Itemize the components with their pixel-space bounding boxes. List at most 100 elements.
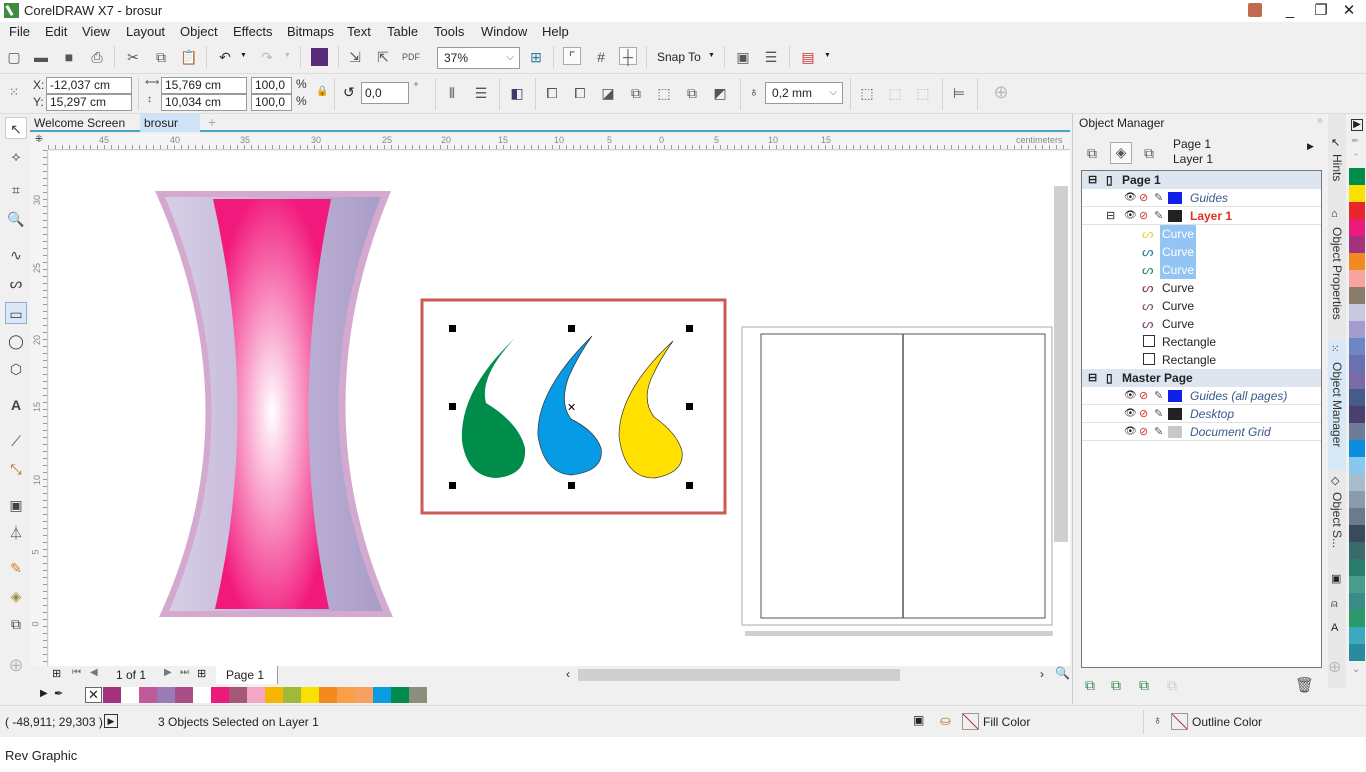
printable-icon[interactable]: ⊘ xyxy=(1139,387,1148,405)
new-master-layer-all-icon[interactable]: ⧉ xyxy=(1111,677,1121,694)
vertical-scrollbar[interactable] xyxy=(1054,186,1068,542)
last-page-icon[interactable]: ⏭ xyxy=(180,667,189,678)
parallel-dimension-icon[interactable]: ⟋ xyxy=(5,430,27,452)
open-folder-icon[interactable]: ▬ xyxy=(32,48,50,66)
tree-object[interactable]: ᔕ Curve xyxy=(1082,261,1321,279)
palette-swatch[interactable] xyxy=(1349,219,1365,236)
width-field[interactable]: 15,769 cm xyxy=(161,77,247,94)
palette-swatch[interactable] xyxy=(211,687,229,703)
application-launcher-icon[interactable]: ▤ xyxy=(799,48,817,66)
palette-swatch[interactable] xyxy=(319,687,337,703)
group-icon[interactable]: ⬚ xyxy=(858,84,876,102)
tab-object-properties[interactable]: Object Properties xyxy=(1330,227,1344,320)
corel-connect-icon[interactable] xyxy=(311,48,328,66)
customize-toolbox-icon[interactable]: ⊕ xyxy=(5,654,27,676)
polygon-tool-icon[interactable]: ⬡ xyxy=(5,358,27,380)
color-eyedropper-icon[interactable]: ✎ xyxy=(5,557,27,579)
editable-pencil-icon[interactable]: ✎ xyxy=(1154,405,1163,423)
export-icon[interactable]: ⇱ xyxy=(374,48,392,66)
menu-bitmaps[interactable]: Bitmaps xyxy=(287,24,334,39)
collapse-icon[interactable]: ⊟ xyxy=(1088,171,1097,189)
rectangle-tool-icon[interactable]: ▭ xyxy=(5,302,27,324)
visibility-eye-icon[interactable]: 👁 xyxy=(1124,207,1137,225)
save-icon[interactable]: ■ xyxy=(60,48,78,66)
editable-pencil-icon[interactable]: ✎ xyxy=(1154,207,1163,225)
palette-eyedropper-icon[interactable]: ✒ xyxy=(1351,136,1359,147)
undo-dropdown-icon[interactable]: ▼ xyxy=(240,52,247,59)
launcher-dropdown-icon[interactable]: ▼ xyxy=(824,52,831,59)
palette-swatch[interactable] xyxy=(1349,542,1365,559)
palette-swatch[interactable] xyxy=(1349,559,1365,576)
show-properties-icon[interactable]: ⧉ xyxy=(1083,144,1101,162)
ungroup-icon[interactable]: ⬚ xyxy=(886,84,904,102)
palette-swatch[interactable] xyxy=(373,687,391,703)
paste-icon[interactable]: 📋 xyxy=(180,48,198,66)
text-tool-icon[interactable]: A xyxy=(5,394,27,416)
palette-swatch[interactable] xyxy=(229,687,247,703)
printable-icon[interactable]: ⊘ xyxy=(1139,405,1148,423)
outline-color-swatch[interactable] xyxy=(1171,713,1188,730)
rotation-field[interactable]: 0,0 xyxy=(361,82,409,104)
add-page-after-icon[interactable]: ⊞ xyxy=(197,667,206,680)
tree-object[interactable]: ᔕ Curve xyxy=(1082,315,1321,333)
trim-icon[interactable]: ⧠ xyxy=(571,84,589,102)
tree-layer[interactable]: 👁 ⊘ ✎ Document Grid xyxy=(1082,423,1321,441)
delete-icon[interactable]: 🗑 xyxy=(1295,676,1314,694)
first-page-icon[interactable]: ⏮ xyxy=(72,667,81,678)
layer-color-swatch[interactable] xyxy=(1168,390,1182,402)
palette-swatch[interactable] xyxy=(1349,593,1365,610)
eyedropper-icon[interactable]: ✒ xyxy=(54,687,63,700)
outline-width-combo[interactable]: 0,2 mm ⌵ xyxy=(765,82,843,104)
scroll-left-icon[interactable]: ‹ xyxy=(566,667,570,681)
palette-swatch[interactable] xyxy=(247,687,265,703)
scale-y-field[interactable]: 100,0 xyxy=(251,94,292,111)
tree-object[interactable]: ᔕ Curve xyxy=(1082,225,1321,243)
palette-flyout-icon[interactable]: ▶ xyxy=(1351,119,1363,131)
printable-icon[interactable]: ⊘ xyxy=(1139,189,1148,207)
zoom-level-combo[interactable]: 37% ⌵ xyxy=(437,47,520,69)
zoom-tool-icon[interactable]: 🔍 xyxy=(5,208,27,230)
align-docker-icon[interactable]: ⍝ xyxy=(1331,598,1338,611)
interactive-fill-icon[interactable]: ◈ xyxy=(5,585,27,607)
color-proof-icon[interactable]: ▣ xyxy=(913,713,924,727)
palette-scroll-down-icon[interactable]: ⌄ xyxy=(1352,664,1360,675)
palette-swatch[interactable] xyxy=(1349,338,1365,355)
crop-tool-icon[interactable]: ⌗ xyxy=(5,179,27,201)
palette-swatch[interactable] xyxy=(1349,287,1365,304)
palette-swatch[interactable] xyxy=(1349,508,1365,525)
palette-swatch[interactable] xyxy=(283,687,301,703)
palette-swatch[interactable] xyxy=(1349,236,1365,253)
add-icon[interactable]: ⊕ xyxy=(992,83,1010,101)
layer-color-swatch[interactable] xyxy=(1168,192,1182,204)
intersect-icon[interactable]: ◪ xyxy=(599,84,617,102)
x-position-field[interactable]: -12,037 cm xyxy=(46,77,132,94)
visibility-eye-icon[interactable]: 👁 xyxy=(1124,189,1137,207)
visibility-eye-icon[interactable]: 👁 xyxy=(1124,405,1137,423)
mirror-horizontal-icon[interactable]: ⫴ xyxy=(443,84,461,102)
mirror-vertical-icon[interactable]: ☰ xyxy=(472,84,490,102)
collapse-icon[interactable]: ⊟ xyxy=(1088,369,1097,387)
new-tab-icon[interactable]: + xyxy=(202,114,222,132)
tree-layer[interactable]: ⊟ 👁 ⊘ ✎ Layer 1 xyxy=(1082,207,1321,225)
lock-ratio-icon[interactable]: 🔒 xyxy=(316,86,328,97)
palette-swatch[interactable] xyxy=(391,687,409,703)
ungroup-all-icon[interactable]: ⬚ xyxy=(914,84,932,102)
show-guidelines-icon[interactable]: ┼ xyxy=(619,47,637,65)
user-avatar-icon[interactable] xyxy=(1248,3,1262,17)
palette-swatch[interactable] xyxy=(175,687,193,703)
combine-icon[interactable]: ◧ xyxy=(508,84,526,102)
printable-icon[interactable]: ⊘ xyxy=(1139,207,1148,225)
layer-manager-view-icon[interactable]: ⧉ xyxy=(1140,144,1158,162)
menu-object[interactable]: Object xyxy=(180,24,218,39)
palette-scroll-up-icon[interactable]: ⌃ xyxy=(1352,152,1360,163)
menu-edit[interactable]: Edit xyxy=(45,24,67,39)
palette-swatch[interactable] xyxy=(1349,576,1365,593)
snap-to-dropdown-icon[interactable]: ▼ xyxy=(708,52,715,59)
menu-help[interactable]: Help xyxy=(542,24,569,39)
palette-swatch[interactable] xyxy=(1349,321,1365,338)
add-page-before-icon[interactable]: ⊞ xyxy=(52,667,61,680)
palette-swatch[interactable] xyxy=(1349,355,1365,372)
transparency-icon[interactable]: ⏃ xyxy=(5,522,27,544)
connector-tool-icon[interactable]: ⤡ xyxy=(5,458,27,480)
status-expand-icon[interactable]: ▶ xyxy=(104,714,118,728)
